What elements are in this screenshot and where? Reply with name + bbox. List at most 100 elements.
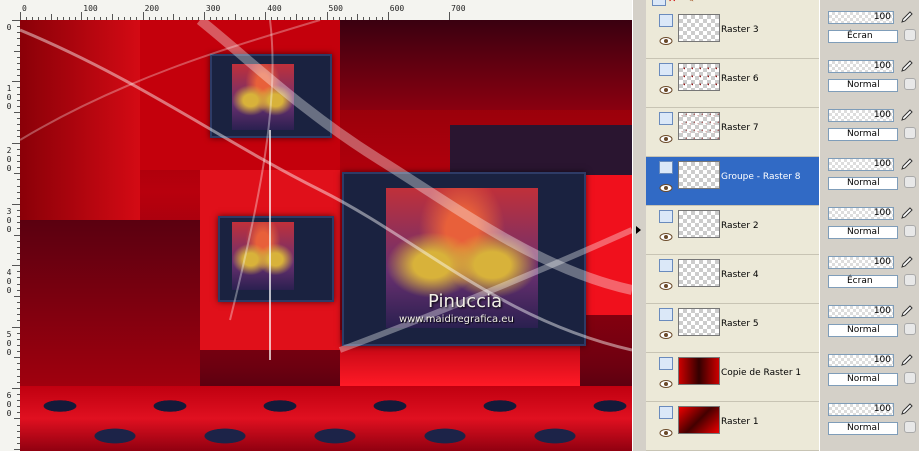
pen-icon[interactable]	[900, 207, 914, 220]
opacity-slider[interactable]: 100	[828, 109, 894, 122]
opacity-value: 100	[873, 12, 891, 22]
layer-properties-row: 100 Normal	[820, 288, 919, 337]
layer-name: Raster 2	[721, 221, 759, 231]
opacity-slider[interactable]: 100	[828, 207, 894, 220]
layer-row[interactable]: Raster 1	[646, 402, 819, 451]
lock-icon[interactable]	[904, 323, 916, 335]
opacity-value: 100	[873, 110, 891, 120]
blend-mode-select[interactable]: Normal	[828, 79, 898, 92]
eye-icon[interactable]	[659, 86, 673, 94]
eye-icon[interactable]	[659, 380, 673, 388]
eye-icon[interactable]	[659, 184, 673, 192]
layer-properties-row: 100 Écran	[820, 239, 919, 288]
ruler-label: 500	[328, 4, 343, 13]
new-layer-icon[interactable]	[652, 0, 666, 6]
ruler-label: 0	[6, 102, 12, 112]
lock-icon[interactable]	[904, 225, 916, 237]
ruler-label: 0	[6, 93, 12, 103]
layer-visibility-toggle-icon[interactable]	[659, 63, 673, 76]
blend-mode-select[interactable]: Normal	[828, 226, 898, 239]
opacity-slider[interactable]: 100	[828, 305, 894, 318]
collapse-arrow-icon[interactable]	[636, 226, 641, 234]
lock-icon[interactable]	[904, 274, 916, 286]
pen-icon[interactable]	[900, 158, 914, 171]
ruler-label: 5	[6, 329, 12, 339]
layer-visibility-toggle-icon[interactable]	[659, 161, 673, 174]
pen-icon[interactable]	[900, 11, 914, 24]
ruler-label: 2	[6, 145, 12, 155]
layer-visibility-toggle-icon[interactable]	[659, 308, 673, 321]
watermark-url: www.maidiregrafica.eu	[399, 314, 514, 325]
layer-visibility-toggle-icon[interactable]	[659, 406, 673, 419]
layer-row[interactable]: Raster 2	[646, 206, 819, 255]
ruler-label: 200	[144, 4, 160, 13]
layer-row[interactable]: Raster 5	[646, 304, 819, 353]
pen-icon[interactable]	[900, 109, 914, 122]
layer-row[interactable]: Raster 4	[646, 255, 819, 304]
eye-icon[interactable]	[659, 37, 673, 45]
layer-properties-row: 100 Normal	[820, 43, 919, 92]
ruler-label: 0	[6, 399, 12, 409]
layer-row[interactable]: Groupe - Raster 8	[646, 157, 819, 206]
opacity-value: 100	[873, 159, 891, 169]
eye-icon[interactable]	[659, 429, 673, 437]
light-ribbon	[338, 227, 632, 353]
pen-icon[interactable]	[900, 305, 914, 318]
image-canvas[interactable]: Pinuccia www.maidiregrafica.eu	[20, 20, 632, 451]
ruler-label: 600	[389, 4, 405, 13]
layer-row[interactable]: Raster 3	[646, 10, 819, 59]
horizontal-ruler: 0 100 200 300 400 500 600 700	[0, 0, 632, 21]
blend-mode-select[interactable]: Normal	[828, 422, 898, 435]
opacity-slider[interactable]: 100	[828, 256, 894, 269]
pen-icon[interactable]	[900, 354, 914, 367]
light-ribbon	[20, 28, 632, 352]
vertical-ruler: 0100200300400500600	[0, 20, 21, 451]
blend-mode-select[interactable]: Écran	[828, 30, 898, 43]
blend-mode-select[interactable]: Normal	[828, 177, 898, 190]
lock-icon[interactable]	[904, 29, 916, 41]
pen-icon[interactable]	[900, 256, 914, 269]
opacity-slider[interactable]: 100	[828, 11, 894, 24]
layer-visibility-toggle-icon[interactable]	[659, 357, 673, 370]
layer-thumbnail	[678, 161, 720, 189]
layer-visibility-toggle-icon[interactable]	[659, 14, 673, 27]
lock-icon[interactable]	[904, 176, 916, 188]
eye-icon[interactable]	[659, 331, 673, 339]
layer-name: Raster 7	[721, 123, 759, 133]
layer-thumbnail	[678, 112, 720, 140]
pen-icon[interactable]	[900, 60, 914, 73]
ruler-label: 0	[6, 347, 12, 357]
delete-layer-icon[interactable]: ✕	[668, 0, 676, 5]
ruler-label: 6	[6, 390, 12, 400]
layer-properties-row: 100 Normal	[820, 92, 919, 141]
opacity-slider[interactable]: 100	[828, 60, 894, 73]
lock-icon[interactable]	[904, 127, 916, 139]
opacity-value: 100	[873, 208, 891, 218]
opacity-slider[interactable]: 100	[828, 403, 894, 416]
layer-visibility-toggle-icon[interactable]	[659, 259, 673, 272]
layer-properties-row: 100 Normal	[820, 386, 919, 435]
lock-icon[interactable]	[904, 372, 916, 384]
eye-icon[interactable]	[659, 282, 673, 290]
ruler-label: 0	[6, 408, 12, 418]
pen-icon[interactable]	[900, 403, 914, 416]
layer-row[interactable]: Raster 6	[646, 59, 819, 108]
opacity-slider[interactable]: 100	[828, 354, 894, 367]
lock-icon[interactable]	[904, 421, 916, 433]
eye-icon[interactable]	[659, 233, 673, 241]
blend-mode-select[interactable]: Normal	[828, 128, 898, 141]
layer-thumbnail	[678, 14, 720, 42]
ruler-tick	[449, 12, 451, 20]
ruler-label: 0	[22, 4, 27, 13]
eye-icon[interactable]	[659, 135, 673, 143]
blend-mode-select[interactable]: Normal	[828, 324, 898, 337]
layer-row[interactable]: Copie de Raster 1	[646, 353, 819, 402]
blend-mode-select[interactable]: Normal	[828, 373, 898, 386]
opacity-slider[interactable]: 100	[828, 158, 894, 171]
layer-row[interactable]: Raster 7	[646, 108, 819, 157]
brush-icon[interactable]: ✎	[686, 0, 694, 5]
blend-mode-select[interactable]: Écran	[828, 275, 898, 288]
lock-icon[interactable]	[904, 78, 916, 90]
layer-visibility-toggle-icon[interactable]	[659, 112, 673, 125]
layer-visibility-toggle-icon[interactable]	[659, 210, 673, 223]
